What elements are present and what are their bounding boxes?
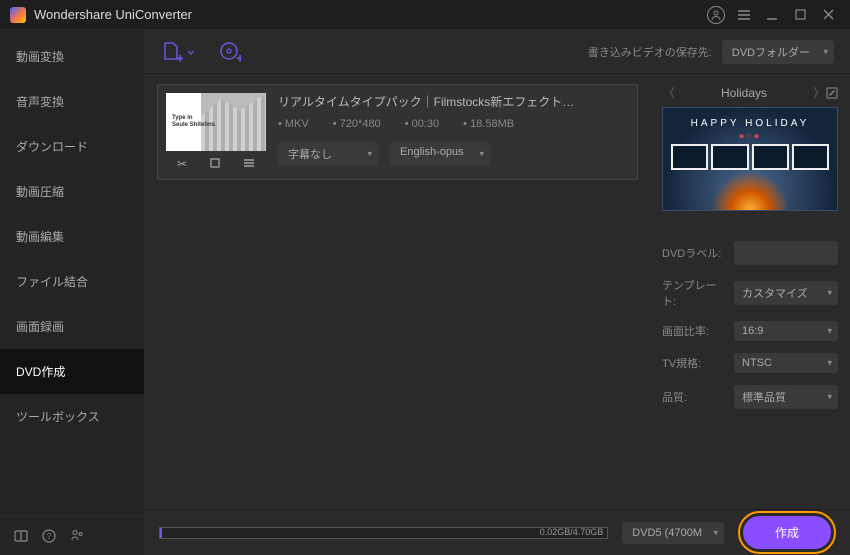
tv-label: TV規格: [662, 355, 726, 371]
disc-type-value: DVD5 (4700M [632, 527, 702, 539]
capacity-text: 0.02GB/4.70GB [540, 527, 604, 537]
menu-icon[interactable] [732, 3, 756, 27]
app-title: Wondershare UniConverter [34, 7, 192, 22]
footer: 0.02GB/4.70GB DVD5 (4700M 作成 [145, 509, 850, 555]
sidebar-item-label: ダウンロード [16, 140, 88, 154]
template-panel: 〈 Holidays 〉 HAPPY HOLIDAY ◆◇◆ DVDラベル: [650, 74, 850, 509]
help-icon[interactable]: ? [42, 529, 56, 543]
add-disc-icon[interactable]: + [219, 41, 241, 63]
save-dest-label: 書き込みビデオの保存先: [588, 44, 712, 60]
template-edit-icon[interactable] [826, 87, 838, 99]
create-button-highlight: 作成 [738, 511, 836, 554]
close-icon[interactable] [816, 3, 840, 27]
template-next-icon[interactable]: 〉 [812, 84, 826, 101]
template-select-value: カスタマイズ [742, 288, 808, 300]
sidebar-item-label: 動画編集 [16, 230, 64, 244]
template-label: テンプレート: [662, 277, 726, 309]
video-list: Type inSeule Shitehns ✂ リアルタイムタイプパック｜Fil… [145, 74, 650, 509]
sidebar-bottom: ? [0, 516, 144, 555]
sidebar-item-label: ツールボックス [16, 410, 100, 424]
sidebar-item-download[interactable]: ダウンロード [0, 124, 144, 169]
video-size: 18.58MB [470, 118, 514, 130]
effect-icon[interactable] [243, 157, 255, 171]
sidebar-item-toolbox[interactable]: ツールボックス [0, 394, 144, 439]
audio-select-value: English-opus [400, 146, 464, 158]
add-file-icon[interactable]: + [161, 41, 183, 63]
video-resolution: 720*480 [340, 118, 381, 130]
quality-select-value: 標準品質 [742, 392, 786, 404]
crop-icon[interactable] [209, 157, 221, 171]
app-logo [10, 7, 26, 23]
sidebar-item-edit[interactable]: 動画編集 [0, 214, 144, 259]
disc-type-select[interactable]: DVD5 (4700M [622, 522, 724, 544]
titlebar: Wondershare UniConverter [0, 0, 850, 30]
aspect-select-value: 16:9 [742, 325, 763, 337]
save-dest-value: DVDフォルダー [732, 47, 810, 59]
feedback-icon[interactable] [70, 529, 84, 543]
sidebar-item-label: 画面録画 [16, 320, 64, 334]
quality-select[interactable]: 標準品質 [734, 385, 838, 409]
sidebar-item-audio-convert[interactable]: 音声変換 [0, 79, 144, 124]
sidebar-item-label: 動画圧縮 [16, 185, 64, 199]
aspect-select[interactable]: 16:9 [734, 321, 838, 341]
video-card[interactable]: Type inSeule Shitehns ✂ リアルタイムタイプパック｜Fil… [157, 84, 638, 180]
template-select[interactable]: カスタマイズ [734, 281, 838, 305]
template-preview-deco: ◆◇◆ [663, 132, 837, 140]
content-toolbar: + + 書き込みビデオの保存先: DVDフォルダー [145, 30, 850, 74]
quality-label: 品質: [662, 389, 726, 405]
svg-text:+: + [177, 53, 183, 63]
svg-text:?: ? [47, 532, 52, 541]
subtitle-select[interactable]: 字幕なし [278, 142, 378, 166]
save-dest-select[interactable]: DVDフォルダー [722, 40, 834, 64]
tv-select[interactable]: NTSC [734, 353, 838, 373]
template-preview-title: HAPPY HOLIDAY [663, 118, 837, 129]
aspect-label: 画面比率: [662, 323, 726, 339]
video-format: MKV [285, 118, 309, 130]
sidebar-item-dvd[interactable]: DVD作成 [0, 349, 144, 394]
sidebar: 動画変換 音声変換 ダウンロード 動画圧縮 動画編集 ファイル結合 画面録画 D… [0, 30, 145, 555]
create-button[interactable]: 作成 [743, 516, 831, 549]
video-thumbnail[interactable]: Type inSeule Shitehns [166, 93, 266, 151]
svg-text:+: + [237, 53, 241, 63]
minimize-icon[interactable] [760, 3, 784, 27]
video-title: リアルタイムタイプパック｜Filmstocks新エフェクト… [278, 93, 629, 110]
dvd-label-label: DVDラベル: [662, 245, 726, 261]
maximize-icon[interactable] [788, 3, 812, 27]
template-name: Holidays [676, 86, 812, 100]
content-area: + + 書き込みビデオの保存先: DVDフォルダー Type inSeule [145, 30, 850, 555]
dvd-label-input[interactable] [734, 241, 838, 265]
sidebar-item-merge[interactable]: ファイル結合 [0, 259, 144, 304]
audio-select[interactable]: English-opus [390, 142, 490, 166]
sidebar-item-label: ファイル結合 [16, 275, 88, 289]
sidebar-item-label: DVD作成 [16, 365, 65, 379]
book-icon[interactable] [14, 529, 28, 543]
sidebar-item-compress[interactable]: 動画圧縮 [0, 169, 144, 214]
trim-icon[interactable]: ✂ [177, 157, 187, 171]
template-preview[interactable]: HAPPY HOLIDAY ◆◇◆ [662, 107, 838, 211]
sidebar-item-video-convert[interactable]: 動画変換 [0, 34, 144, 79]
sidebar-item-label: 動画変換 [16, 50, 64, 64]
account-icon[interactable] [704, 3, 728, 27]
sidebar-items: 動画変換 音声変換 ダウンロード 動画圧縮 動画編集 ファイル結合 画面録画 D… [0, 30, 144, 516]
video-duration: 00:30 [412, 118, 440, 130]
sidebar-item-label: 音声変換 [16, 95, 64, 109]
create-button-label: 作成 [775, 526, 799, 540]
subtitle-select-value: 字幕なし [288, 149, 332, 161]
template-prev-icon[interactable]: 〈 [662, 84, 676, 101]
capacity-bar: 0.02GB/4.70GB [159, 527, 608, 539]
sidebar-item-record[interactable]: 画面録画 [0, 304, 144, 349]
tv-select-value: NTSC [742, 357, 772, 369]
